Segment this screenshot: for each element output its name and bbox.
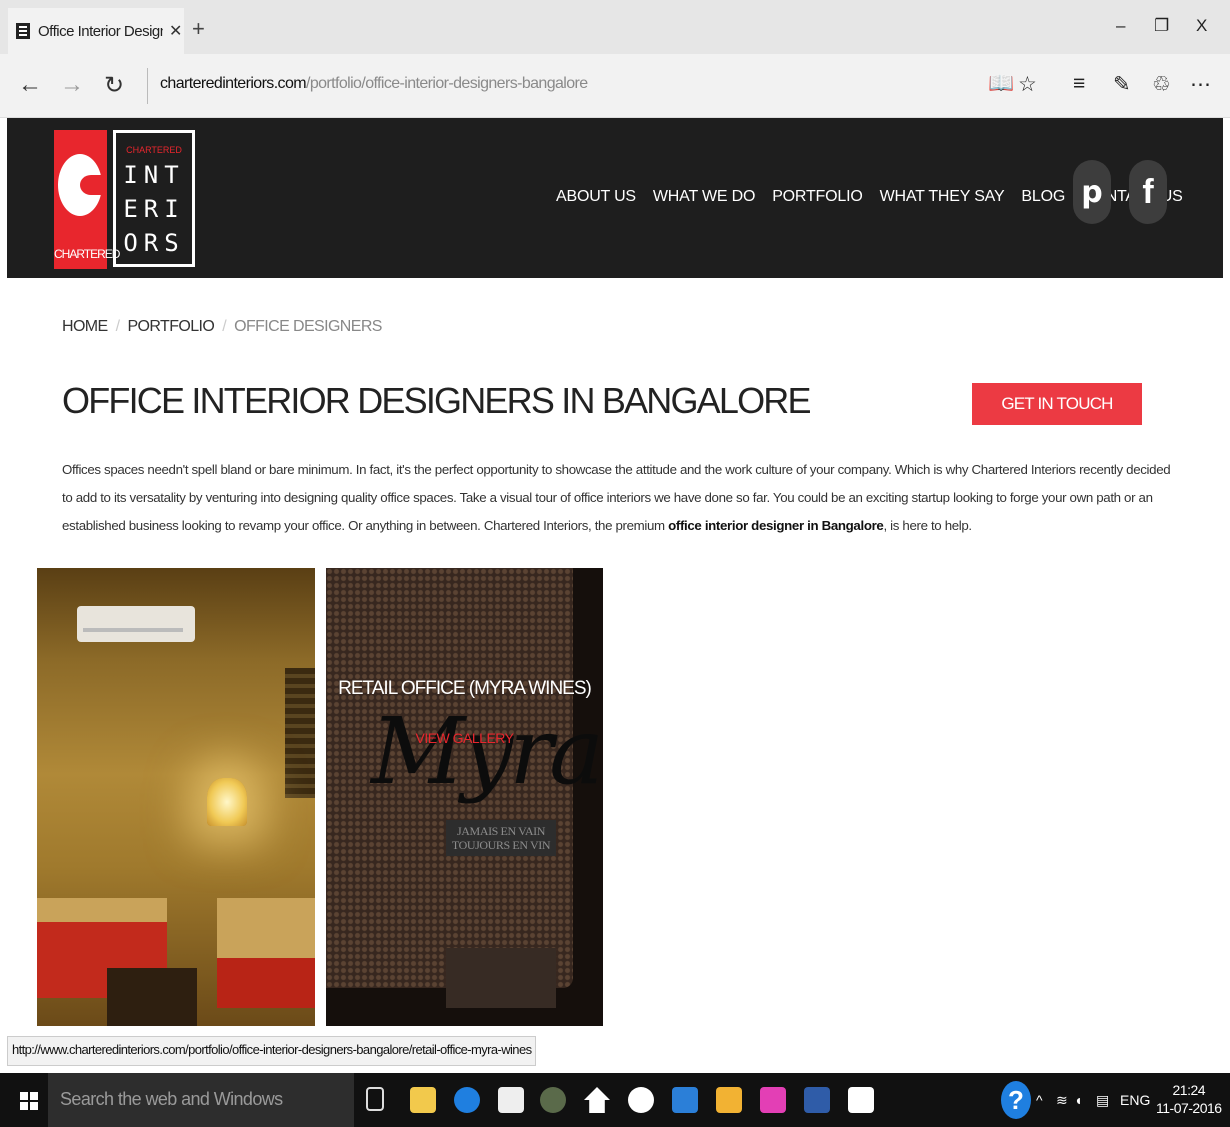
hover-overlay (326, 568, 603, 1026)
url-domain: charteredinteriors.com (160, 75, 307, 92)
hp-app-icon[interactable] (628, 1087, 654, 1113)
logo-line-2: ERI (123, 195, 185, 223)
url-path: /portfolio/office-interior-designers-ban… (305, 75, 588, 92)
breadcrumb-current: OFFICE DESIGNERS (234, 318, 382, 335)
page-title: OFFICE INTERIOR DESIGNERS IN BANGALORE (62, 380, 812, 421)
nav-portfolio[interactable]: PORTFOLIO (772, 188, 863, 206)
file-explorer-icon[interactable] (410, 1087, 436, 1113)
portfolio-tile-office-lounge[interactable] (37, 568, 315, 1026)
nav-what-they-say[interactable]: WHAT THEY SAY (880, 188, 1005, 206)
view-gallery-link[interactable]: VIEW GALLERY (326, 730, 603, 746)
more-options-icon[interactable]: ⋯ (1190, 72, 1211, 97)
browser-tab[interactable]: Office Interior Designers ✕ (8, 8, 184, 54)
app-icon-orange[interactable] (716, 1087, 742, 1113)
windows-taskbar: Search the web and Windows ? ^ ≋ ◖ ▤ ENG… (0, 1073, 1230, 1127)
portfolio-tile-myra-wines[interactable]: Myra JAMAIS EN VAIN TOUJOURS EN VIN RETA… (326, 568, 603, 1026)
site-header: CHARTERED CHARTERED INT ERI ORS ABOUT US… (7, 118, 1223, 278)
logo-wordmark[interactable]: CHARTERED INT ERI ORS (113, 130, 195, 267)
intro-text-end: , is here to help. (883, 518, 972, 533)
camera-app-icon[interactable] (540, 1087, 566, 1113)
logo-line-3: ORS (123, 229, 185, 257)
lamp-graphic (207, 778, 247, 826)
intro-paragraph: Offices spaces needn't spell bland or ba… (62, 456, 1172, 540)
breadcrumb-portfolio[interactable]: PORTFOLIO (127, 318, 214, 335)
window-blinds-graphic (285, 668, 315, 798)
logo-chartered-label: CHARTERED (54, 247, 120, 261)
nav-what-we-do[interactable]: WHAT WE DO (653, 188, 755, 206)
help-icon[interactable]: ? (1001, 1081, 1031, 1119)
volume-icon[interactable]: ◖ (1074, 1092, 1082, 1108)
task-view-icon[interactable] (366, 1087, 384, 1111)
action-center-icon[interactable]: ▤ (1096, 1092, 1109, 1109)
coffee-table-graphic (107, 968, 197, 1026)
get-in-touch-button[interactable]: GET IN TOUCH (972, 383, 1142, 425)
clock-date: 11-07-2016 (1156, 1100, 1222, 1116)
store-icon[interactable] (498, 1087, 524, 1113)
taskbar-clock[interactable]: 21:24 11-07-2016 (1156, 1081, 1222, 1117)
logo-small-text: CHARTERED (126, 145, 182, 155)
forward-button[interactable]: → (60, 71, 84, 99)
tray-expand-icon[interactable]: ^ (1036, 1092, 1043, 1108)
taskbar-search-input[interactable]: Search the web and Windows (48, 1073, 354, 1127)
address-bar: ← → ↻ charteredinteriors.com/portfolio/o… (0, 54, 1230, 118)
language-indicator[interactable]: ENG (1120, 1092, 1150, 1108)
browser-tab-bar: Office Interior Designers ✕ + – ❐ X (0, 0, 1230, 54)
site-favicon-icon (16, 23, 30, 39)
link-status-bar: http://www.charteredinteriors.com/portfo… (7, 1036, 537, 1066)
wifi-icon[interactable]: ≋ (1056, 1092, 1068, 1109)
breadcrumb-home[interactable]: HOME (62, 318, 108, 335)
facebook-icon[interactable]: f (1129, 160, 1167, 224)
share-icon[interactable]: ♲ (1152, 72, 1171, 97)
minimize-button[interactable]: – (1116, 16, 1125, 36)
logo-line-1: INT (123, 161, 185, 189)
back-button[interactable]: ← (18, 71, 42, 99)
restore-button[interactable]: ❐ (1154, 16, 1169, 36)
new-tab-button[interactable]: + (192, 16, 205, 42)
home-app-icon[interactable] (584, 1087, 610, 1113)
photos-app-icon[interactable] (848, 1087, 874, 1113)
logo-c-icon (58, 154, 102, 216)
reading-view-icon[interactable]: 📖 (988, 72, 1014, 96)
nav-about-us[interactable]: ABOUT US (556, 188, 636, 206)
tab-title: Office Interior Designers (38, 22, 163, 40)
favorite-star-icon[interactable]: ☆ (1018, 72, 1037, 97)
sofa-right-graphic (217, 898, 315, 1008)
logo-mark[interactable]: CHARTERED (54, 130, 120, 269)
close-window-button[interactable]: X (1196, 16, 1207, 36)
tab-close-icon[interactable]: ✕ (169, 21, 182, 41)
word-icon[interactable] (804, 1087, 830, 1113)
pinterest-icon[interactable]: 𝗽 (1073, 160, 1111, 224)
breadcrumb: HOME / PORTFOLIO / OFFICE DESIGNERS (62, 318, 382, 336)
hub-icon[interactable]: ≡ (1073, 72, 1085, 96)
breadcrumb-separator: / (115, 318, 120, 335)
intro-keyword-link[interactable]: office interior designer in Bangalore (668, 518, 884, 533)
teamviewer-icon[interactable] (672, 1087, 698, 1113)
intro-text: Offices spaces needn't spell bland or ba… (62, 462, 1171, 533)
air-conditioner-graphic (77, 606, 195, 642)
app-icon-pink[interactable] (760, 1087, 786, 1113)
refresh-button[interactable]: ↻ (104, 71, 124, 100)
breadcrumb-separator: / (222, 318, 227, 335)
url-field[interactable]: charteredinteriors.com/portfolio/office-… (160, 75, 588, 93)
clock-time: 21:24 (1172, 1082, 1206, 1098)
windows-start-icon[interactable] (20, 1092, 38, 1110)
edge-browser-icon[interactable] (454, 1087, 480, 1113)
nav-blog[interactable]: BLOG (1021, 188, 1065, 206)
tile-caption: RETAIL OFFICE (MYRA WINES) (338, 678, 592, 699)
url-separator (147, 68, 148, 104)
web-note-icon[interactable]: ✎ (1113, 72, 1131, 97)
